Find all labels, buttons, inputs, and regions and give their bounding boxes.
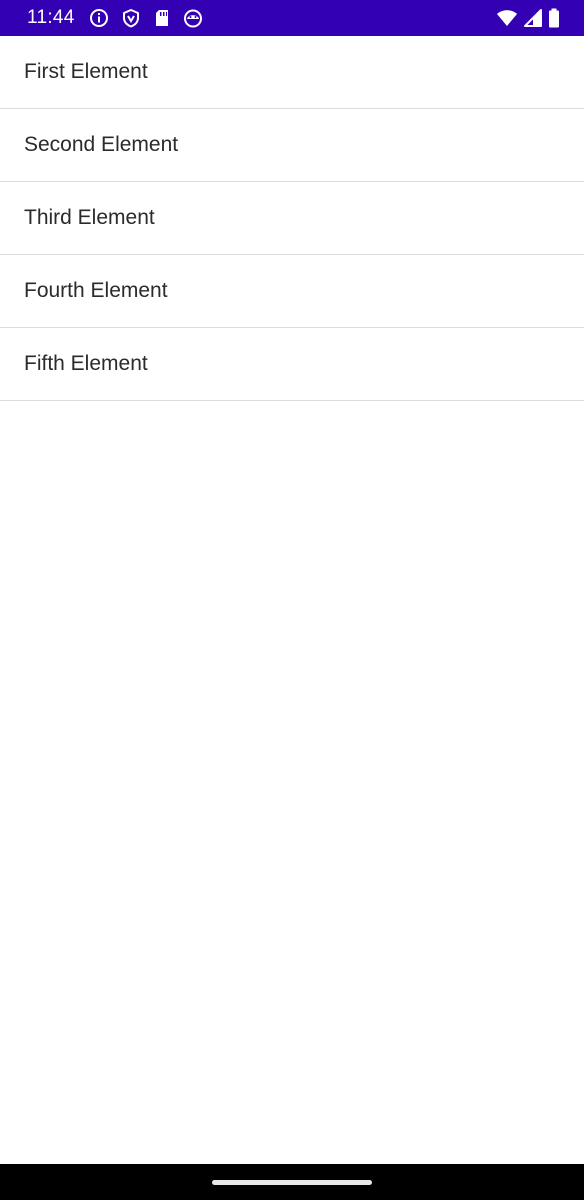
list-item-second[interactable]: Second Element [0,109,584,182]
status-right-icons [496,8,560,28]
info-icon [89,8,109,28]
list-item-third[interactable]: Third Element [0,182,584,255]
shield-icon [121,8,141,28]
battery-icon [548,8,560,28]
sd-card-icon [153,8,171,28]
list-item-label: Second Element [24,133,179,156]
list-item-first[interactable]: First Element [0,36,584,109]
list-item-fourth[interactable]: Fourth Element [0,255,584,328]
status-time: 11:44 [27,7,75,28]
status-left-icons [89,8,203,28]
list-item-fifth[interactable]: Fifth Element [0,328,584,401]
cell-signal-icon [524,9,542,27]
list-item-label: Fifth Element [24,352,148,375]
list-item-label: Third Element [24,206,155,229]
app-screen: 11:44 First Element Second Element Third… [0,0,584,1200]
home-gesture-handle[interactable] [212,1180,372,1185]
status-bar: 11:44 [0,0,584,36]
list-item-label: Fourth Element [24,279,168,302]
navigation-bar [0,1164,584,1200]
element-list: First Element Second Element Third Eleme… [0,36,584,401]
list-item-label: First Element [24,60,148,83]
android-face-icon [183,8,203,28]
wifi-icon [496,9,518,27]
